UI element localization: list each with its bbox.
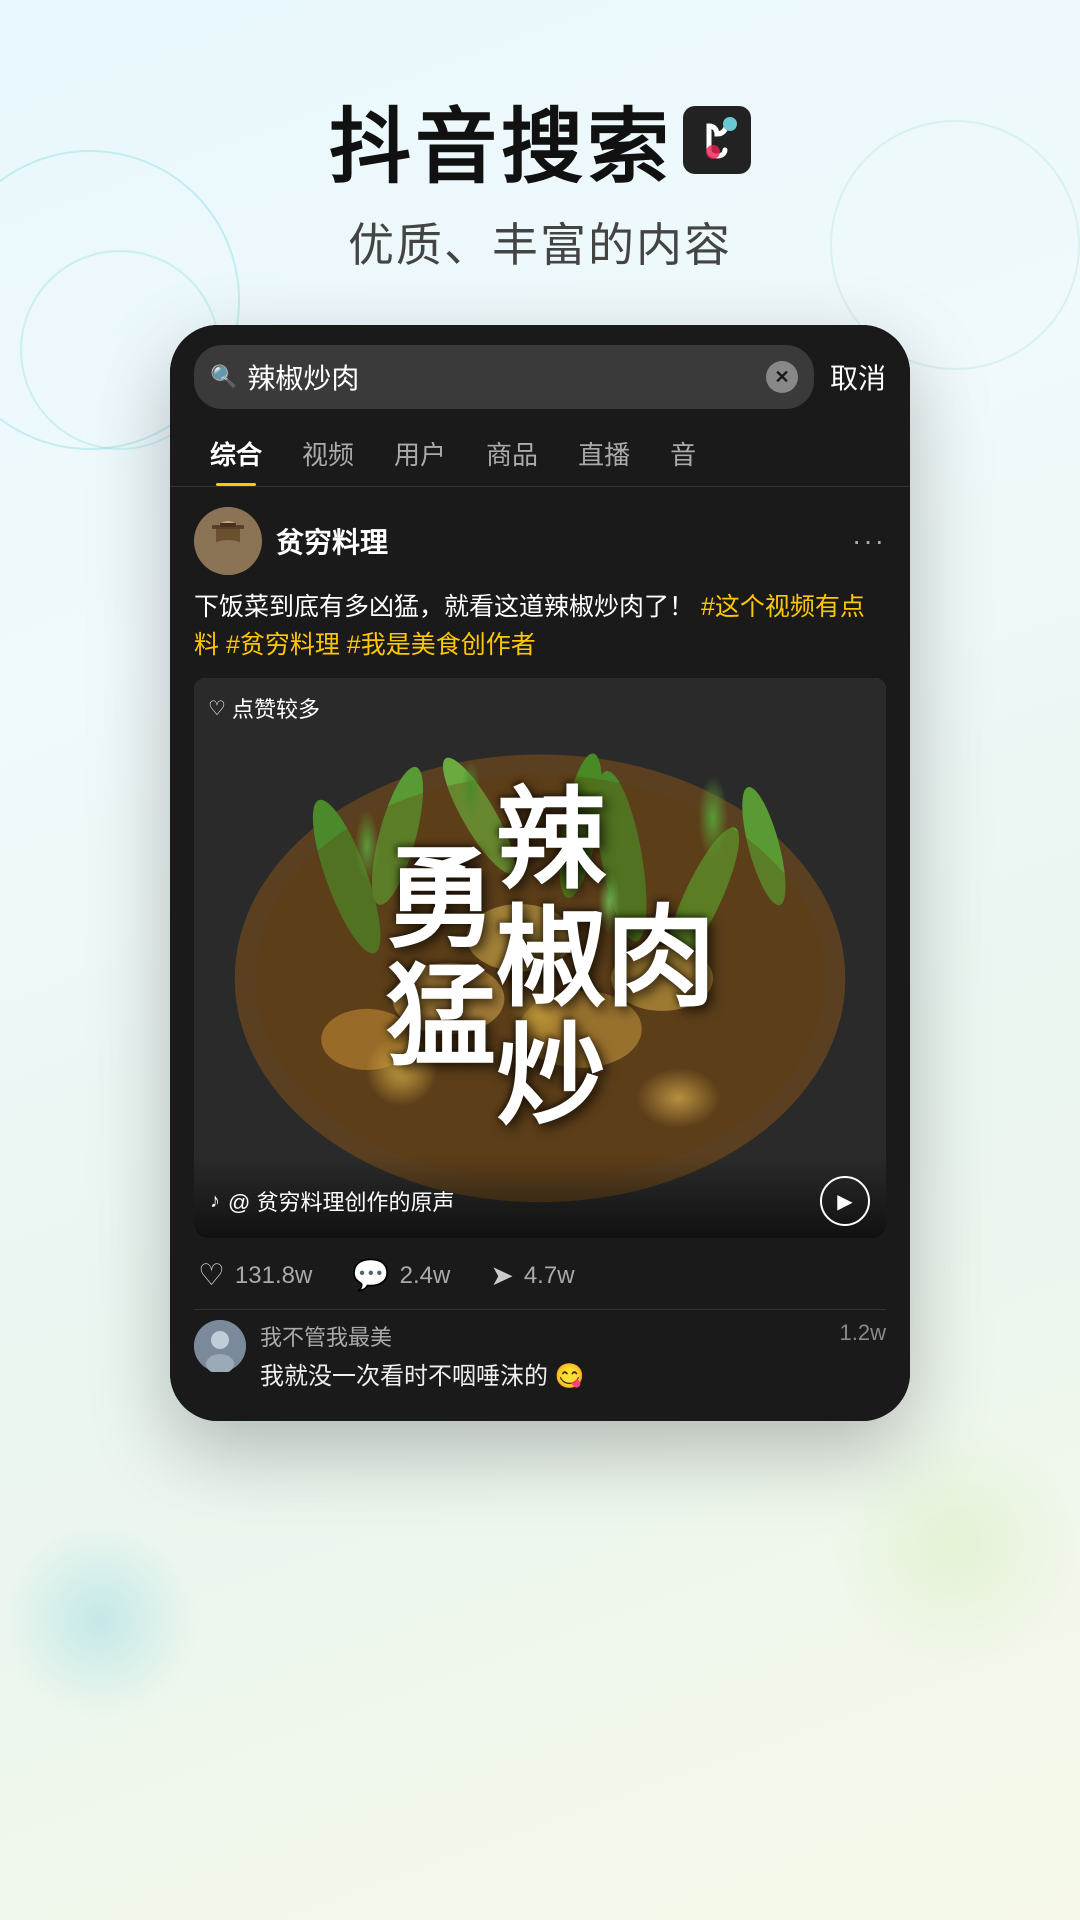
cancel-button[interactable]: 取消 <box>830 357 886 397</box>
comment-icon: 💬 <box>352 1258 389 1293</box>
search-icon: 🔍 <box>210 364 237 390</box>
tab-用户[interactable]: 用户 <box>374 425 466 486</box>
like-count: 131.8w <box>235 1262 312 1290</box>
comment-author: 我不管我最美 <box>260 1320 826 1352</box>
search-clear-button[interactable]: ✕ <box>766 361 798 393</box>
tab-音[interactable]: 音 <box>650 425 716 486</box>
play-button[interactable]: ▶ <box>820 1176 870 1226</box>
svg-text:✓: ✓ <box>237 554 247 568</box>
comment-avatar <box>194 1320 246 1372</box>
subtitle: 优质、丰富的内容 <box>329 209 751 275</box>
tiktok-logo-icon <box>683 106 751 174</box>
user-info: ✓ 贫穷料理 <box>194 507 388 575</box>
share-icon: ➤ <box>490 1259 513 1292</box>
page-container: 抖音搜索 优质、丰富的内容 🔍 辣椒炒肉 ✕ 取消 <box>0 0 1080 1421</box>
comment-like-count: 1.2w <box>840 1320 886 1346</box>
video-bottom-bar: ♪ @ 贫穷料理创作的原声 ▶ <box>194 1156 886 1238</box>
audio-label: @ 贫穷料理创作的原声 <box>228 1185 454 1217</box>
phone-mockup: 🔍 辣椒炒肉 ✕ 取消 综合 视频 用户 商品 直播 音 <box>170 325 910 1421</box>
avatar: ✓ <box>194 507 262 575</box>
tab-商品[interactable]: 商品 <box>466 425 558 486</box>
phone-screen: 🔍 辣椒炒肉 ✕ 取消 综合 视频 用户 商品 直播 音 <box>170 325 910 1421</box>
video-text-overlay: 勇猛 辣椒炒 肉 <box>194 678 886 1238</box>
share-button[interactable]: ➤ 4.7w <box>490 1258 574 1293</box>
video-text-col3: 肉 <box>595 899 705 1017</box>
search-bar-area: 🔍 辣椒炒肉 ✕ 取消 <box>170 325 910 419</box>
comment-content: 我不管我最美 我就没一次看时不咽唾沫的 😋 <box>260 1320 826 1391</box>
video-text-col1: 勇猛 <box>375 840 485 1076</box>
tiktok-small-icon: ♪ <box>210 1190 220 1213</box>
header-section: 抖音搜索 优质、丰富的内容 <box>329 80 751 275</box>
post-text-plain: 下饭菜到底有多凶猛，就看这道辣椒炒肉了！ <box>194 593 694 621</box>
bg-blob-left <box>0 1520 200 1720</box>
username: 贫穷料理 <box>276 521 388 561</box>
avatar-image: ✓ <box>194 507 262 575</box>
search-query: 辣椒炒肉 <box>247 357 756 397</box>
share-count: 4.7w <box>524 1262 575 1290</box>
user-row: ✓ 贫穷料理 ··· <box>194 507 886 575</box>
comment-text: 我就没一次看时不咽唾沫的 😋 <box>260 1356 826 1391</box>
comment-button[interactable]: 💬 2.4w <box>352 1258 450 1293</box>
interaction-bar: ♡ 131.8w 💬 2.4w ➤ 4.7w <box>194 1242 886 1309</box>
tab-直播[interactable]: 直播 <box>558 425 650 486</box>
tab-综合[interactable]: 综合 <box>190 425 282 486</box>
comment-count: 2.4w <box>400 1262 451 1290</box>
like-icon: ♡ <box>198 1258 225 1293</box>
like-button[interactable]: ♡ 131.8w <box>198 1258 312 1293</box>
tab-视频[interactable]: 视频 <box>282 425 374 486</box>
audio-info: ♪ @ 贫穷料理创作的原声 <box>210 1185 454 1217</box>
post-text: 下饭菜到底有多凶猛，就看这道辣椒炒肉了！ #这个视频有点料 #贫穷料理 #我是美… <box>194 589 886 664</box>
main-title-text: 抖音搜索 <box>329 80 673 199</box>
comment-preview: 我不管我最美 我就没一次看时不咽唾沫的 😋 1.2w <box>194 1309 886 1401</box>
main-title-row: 抖音搜索 <box>329 80 751 199</box>
tabs-row: 综合 视频 用户 商品 直播 音 <box>170 419 910 487</box>
content-area: ✓ 贫穷料理 ··· 下饭菜到底有多凶猛，就看这道辣椒炒肉了！ #这个视频有点料… <box>170 487 910 1421</box>
more-options-icon[interactable]: ··· <box>852 525 886 557</box>
bg-blob-right <box>830 1420 1080 1670</box>
search-input-wrapper[interactable]: 🔍 辣椒炒肉 ✕ <box>194 345 814 409</box>
video-container[interactable]: ♡ 点赞较多 勇猛 辣椒炒 肉 ♪ <box>194 678 886 1238</box>
video-text-col2: 辣椒炒 <box>485 781 595 1135</box>
